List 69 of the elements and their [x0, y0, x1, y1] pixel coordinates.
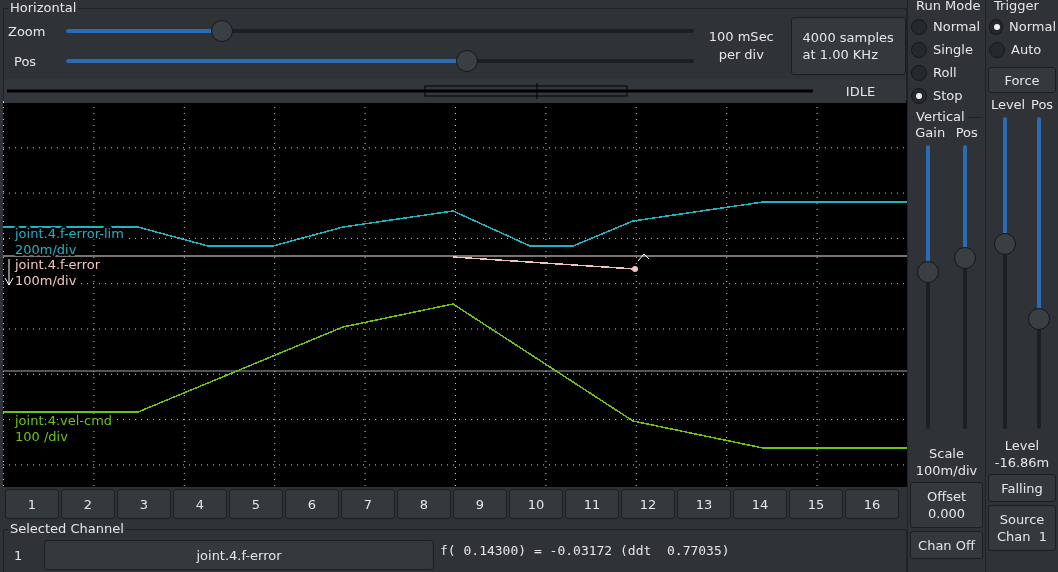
slider-label: Level — [990, 97, 1026, 113]
edge-button[interactable]: Falling — [988, 474, 1056, 502]
radio-label: Normal — [933, 19, 981, 34]
scale-value: 100m/div — [915, 462, 978, 479]
channel-button[interactable]: 12 — [621, 489, 675, 519]
radio-button[interactable] — [989, 41, 1005, 58]
timebase-text: 100 mSec per div — [707, 28, 775, 64]
channel-button[interactable]: 3 — [117, 489, 171, 519]
offset-button[interactable]: Offset 0.000 — [910, 482, 983, 528]
radio-label: Single — [933, 42, 973, 57]
slider-handle[interactable] — [994, 232, 1016, 255]
slider-label: Pos — [955, 125, 978, 141]
status-text: IDLE — [844, 83, 877, 99]
slider-handle[interactable] — [953, 246, 976, 269]
radio-button[interactable] — [911, 64, 927, 81]
panel-title: Trigger — [992, 0, 1041, 14]
trace-label: joint.4.vel-cmd — [15, 413, 113, 428]
trigger-arrow-icon — [4, 258, 14, 286]
sample-rate-button[interactable]: 4000 samples at 1.00 KHz — [790, 17, 906, 75]
channel-button[interactable]: 10 — [509, 489, 563, 519]
radio-label: Stop — [933, 88, 963, 103]
radio-button[interactable] — [911, 41, 927, 58]
slider-handle[interactable] — [455, 50, 478, 72]
slider-handle[interactable] — [1028, 307, 1050, 330]
trace-label: joint.4.f-error — [15, 257, 101, 272]
radio-label: Roll — [933, 65, 957, 80]
scale-label: Scale — [929, 445, 964, 462]
radio-button[interactable] — [911, 18, 927, 35]
channel-button[interactable]: 14 — [733, 489, 787, 519]
channel-button[interactable]: 7 — [341, 489, 395, 519]
slider-handle[interactable] — [917, 260, 940, 283]
radio-button[interactable] — [989, 18, 1003, 35]
position-slider[interactable] — [952, 145, 977, 429]
channel-number: 1 — [13, 547, 24, 563]
trace-scale: 100m/div — [15, 273, 77, 288]
slider-label: Gain — [915, 125, 946, 141]
gain-slider[interactable] — [916, 145, 941, 429]
channel-button[interactable]: 8 — [397, 489, 451, 519]
cursor-readout: f( 0.14300) = -0.03172 (ddt 0.77035) — [440, 542, 730, 558]
slider-label: Zoom — [7, 23, 47, 39]
trace-scale: 200m/div — [15, 242, 77, 257]
trigger-level-slider[interactable] — [993, 117, 1017, 429]
chan-off-button[interactable]: Chan Off — [910, 531, 983, 559]
channel-button[interactable]: 13 — [677, 489, 731, 519]
channel-name-button[interactable]: joint.4.f-error — [44, 540, 434, 570]
channel-button[interactable]: 11 — [565, 489, 619, 519]
radio-button[interactable] — [911, 87, 927, 104]
channel-button[interactable]: 6 — [285, 489, 339, 519]
force-button[interactable]: Force — [988, 67, 1056, 93]
position-slider[interactable] — [66, 49, 694, 73]
source-button[interactable]: Source Chan 1 — [988, 505, 1056, 551]
zoom-slider[interactable] — [66, 19, 694, 43]
channel-button[interactable]: 5 — [229, 489, 283, 519]
slider-label: Pos — [1031, 97, 1054, 113]
trace-label: joint.4.f-error-lim — [15, 226, 124, 241]
channel-button[interactable]: 15 — [789, 489, 843, 519]
slider-label: Pos — [13, 53, 38, 69]
channel-button[interactable]: 9 — [453, 489, 507, 519]
channel-button[interactable]: 4 — [173, 489, 227, 519]
channel-button[interactable]: 2 — [61, 489, 115, 519]
level-label: Level — [1004, 437, 1040, 454]
radio-label: Normal — [1008, 19, 1056, 34]
level-value: -16.86m — [994, 454, 1050, 471]
trigger-position-slider[interactable] — [1027, 117, 1051, 429]
slider-handle[interactable] — [211, 20, 233, 42]
radio-label: Auto — [1011, 42, 1042, 57]
channel-button[interactable]: 16 — [845, 489, 899, 519]
channel-button[interactable]: 1 — [5, 489, 59, 519]
trace-scale: 100 /div — [15, 429, 68, 444]
